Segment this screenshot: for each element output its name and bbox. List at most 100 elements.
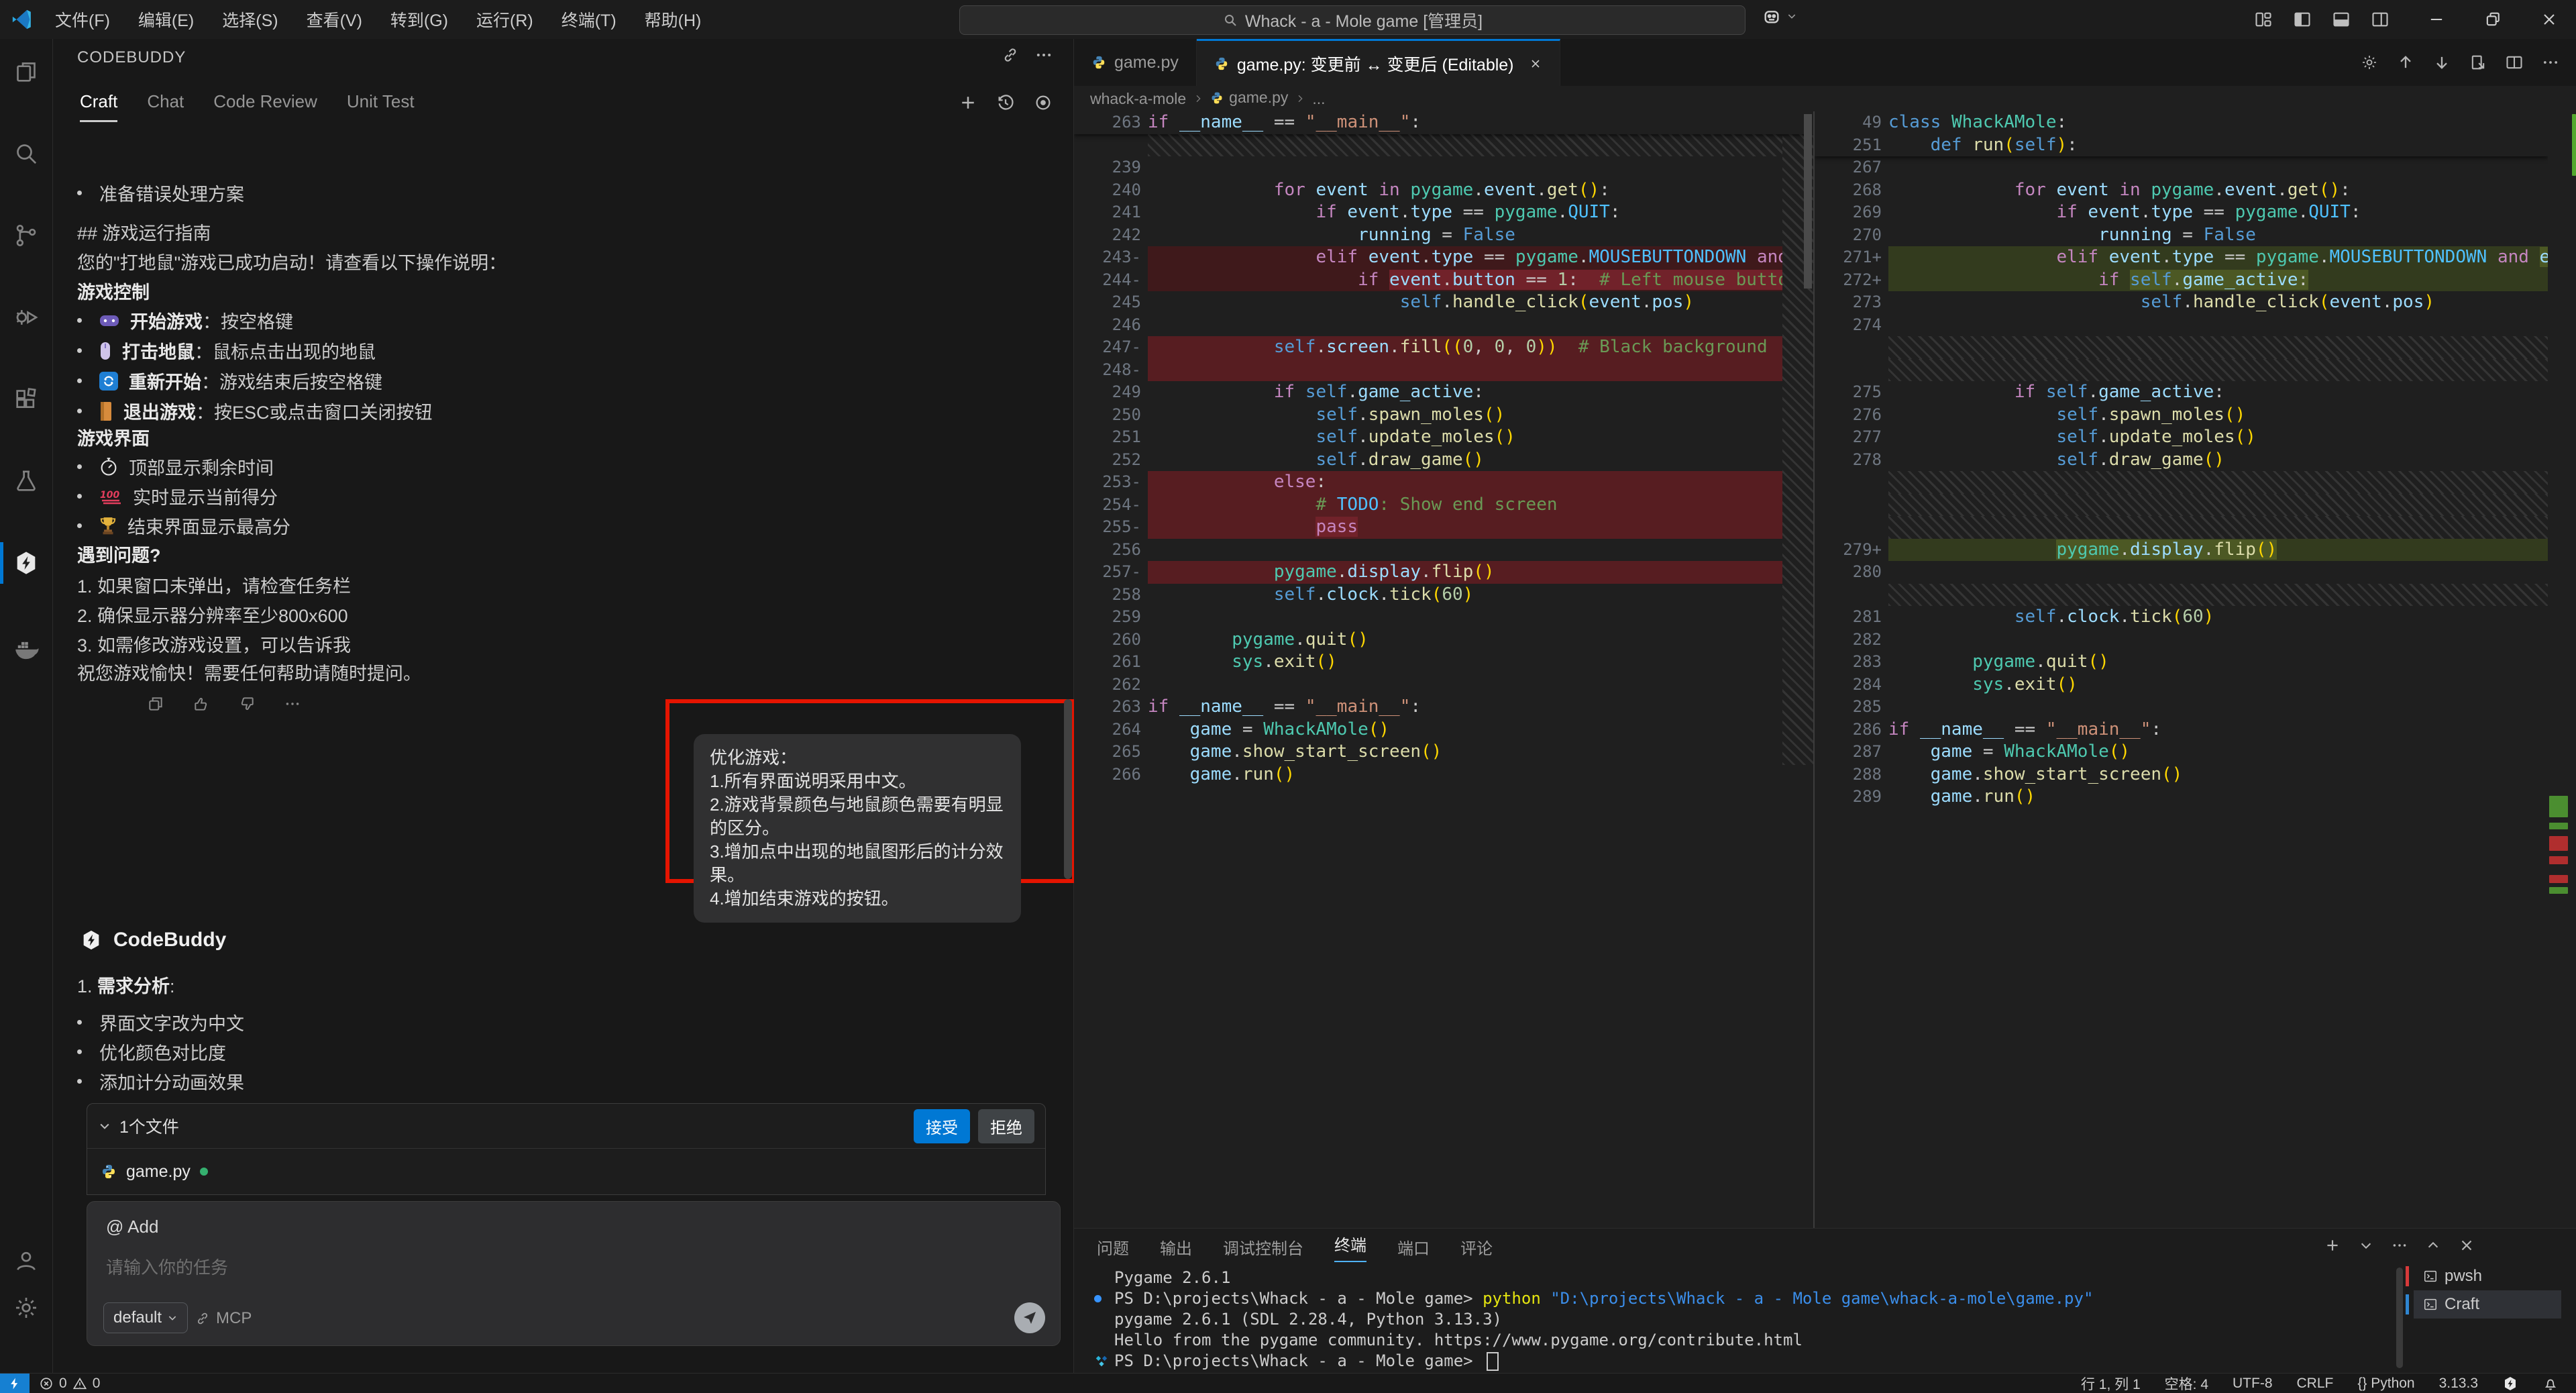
restore-icon[interactable] bbox=[2483, 10, 2502, 29]
panel-tab-输出[interactable]: 输出 bbox=[1160, 1235, 1192, 1259]
changed-file-row[interactable]: game.py bbox=[87, 1148, 1045, 1194]
tab-craft[interactable]: Craft bbox=[80, 91, 117, 122]
thumbs-up-icon[interactable] bbox=[193, 695, 210, 713]
status-item[interactable]: 空格: 4 bbox=[2165, 1374, 2208, 1393]
minimap-removed-mark bbox=[2549, 836, 2568, 851]
previous-change-icon[interactable] bbox=[2396, 53, 2415, 72]
breadcrumb-item[interactable]: whack-a-mole bbox=[1090, 90, 1186, 108]
code-line-279: 279+ pygame.display.flip() bbox=[1815, 539, 2548, 562]
history-icon[interactable] bbox=[996, 93, 1016, 113]
maximize-panel-icon[interactable] bbox=[2426, 1237, 2440, 1254]
thumbs-down-icon[interactable] bbox=[238, 695, 256, 713]
sidebar-scrollbar[interactable] bbox=[1064, 699, 1072, 879]
menu-t[interactable]: 终端(T) bbox=[552, 5, 626, 34]
activity-item-explorer[interactable] bbox=[0, 51, 52, 93]
command-center-search[interactable]: Whack - a - Mole game [管理员] bbox=[959, 5, 1746, 35]
editor-scrollbar[interactable] bbox=[1804, 114, 1812, 289]
status-item[interactable]: 3.13.3 bbox=[2439, 1376, 2478, 1392]
terminal-scrollbar[interactable] bbox=[2396, 1268, 2403, 1368]
reject-button[interactable]: 拒绝 bbox=[978, 1109, 1034, 1143]
toggle-secondary-sidebar-icon[interactable] bbox=[2371, 10, 2390, 29]
task-input-box[interactable]: @ Add 请输入你的任务 default MCP bbox=[87, 1201, 1061, 1346]
activity-item-testing[interactable] bbox=[0, 460, 52, 502]
model-select[interactable]: default bbox=[103, 1302, 188, 1333]
panel-tab-问题[interactable]: 问题 bbox=[1097, 1235, 1129, 1259]
minimize-icon[interactable] bbox=[2427, 10, 2446, 29]
breadcrumb-item[interactable]: ... bbox=[1312, 90, 1325, 108]
panel-tab-终端[interactable]: 终端 bbox=[1334, 1232, 1366, 1262]
menu-r[interactable]: 运行(R) bbox=[467, 5, 543, 34]
menu-g[interactable]: 转到(G) bbox=[381, 5, 458, 34]
code-line-240: 240 for event in pygame.event.get(): bbox=[1074, 179, 1813, 202]
activity-item-accounts[interactable] bbox=[0, 1240, 52, 1282]
activity-item-run-debug[interactable] bbox=[0, 297, 52, 338]
more-actions-icon[interactable] bbox=[1034, 46, 1053, 64]
activity-item-search[interactable] bbox=[0, 133, 52, 174]
close-panel-icon[interactable] bbox=[2458, 1237, 2475, 1254]
editor-tab-0[interactable]: game.py bbox=[1074, 39, 1197, 86]
activity-item-docker[interactable] bbox=[0, 628, 52, 670]
settings-target-icon[interactable] bbox=[1033, 93, 1053, 113]
activity-item-extensions[interactable] bbox=[0, 378, 52, 420]
menu-h[interactable]: 帮助(H) bbox=[635, 5, 711, 34]
new-chat-icon[interactable] bbox=[958, 93, 978, 113]
tab-unit-test[interactable]: Unit Test bbox=[347, 91, 415, 122]
terminal-dropdown-icon[interactable] bbox=[2359, 1237, 2373, 1254]
terminal-session-pwsh[interactable]: pwsh bbox=[2414, 1262, 2561, 1290]
diff-settings-gear-icon[interactable] bbox=[2360, 53, 2379, 72]
tab-code-review[interactable]: Code Review bbox=[213, 91, 317, 122]
panel-more-icon[interactable] bbox=[2391, 1237, 2408, 1254]
breadcrumb[interactable]: whack-a-mole game.py... bbox=[1074, 86, 2576, 111]
panel-tab-端口[interactable]: 端口 bbox=[1397, 1235, 1430, 1259]
menu-f[interactable]: 文件(F) bbox=[46, 5, 119, 34]
diff-editor[interactable]: 239240 for event in pygame.event.get():2… bbox=[1074, 111, 2576, 1228]
terminal-session-Craft[interactable]: Craft bbox=[2414, 1290, 2561, 1319]
menu-e[interactable]: 编辑(E) bbox=[129, 5, 203, 34]
status-item[interactable]: {} Python bbox=[2357, 1376, 2414, 1392]
minimap[interactable] bbox=[2548, 111, 2576, 1228]
toggle-panel-icon[interactable] bbox=[2332, 10, 2351, 29]
accept-button[interactable]: 接受 bbox=[914, 1109, 970, 1143]
editor-tab-bar: game.pygame.py: 变更前 ↔ 变更后 (Editable) bbox=[1074, 39, 2576, 86]
menu-s[interactable]: 选择(S) bbox=[213, 5, 287, 34]
codebuddy-status-icon[interactable] bbox=[2502, 1376, 2518, 1392]
panel-tab-评论[interactable]: 评论 bbox=[1460, 1235, 1493, 1259]
tab-chat[interactable]: Chat bbox=[147, 91, 184, 122]
problems-status[interactable]: 0 0 bbox=[39, 1376, 100, 1392]
close-window-icon[interactable] bbox=[2540, 10, 2559, 29]
new-terminal-icon[interactable] bbox=[2324, 1237, 2341, 1254]
terminal-output[interactable]: Pygame 2.6.1PS D:\projects\Whack - a - M… bbox=[1094, 1268, 2093, 1372]
activity-item-settings[interactable] bbox=[0, 1287, 52, 1329]
notifications-bell-icon[interactable] bbox=[2542, 1376, 2559, 1392]
status-item[interactable]: CRLF bbox=[2297, 1376, 2334, 1392]
mcp-button[interactable]: MCP bbox=[195, 1309, 252, 1328]
chat-toggle-button[interactable] bbox=[1761, 5, 1797, 27]
more-icon[interactable] bbox=[284, 695, 301, 713]
feedback-link-icon[interactable] bbox=[1001, 46, 1020, 64]
copy-icon[interactable] bbox=[147, 695, 164, 713]
customize-layout-icon[interactable] bbox=[2254, 10, 2273, 29]
editor-tab-1[interactable]: game.py: 变更前 ↔ 变更后 (Editable) bbox=[1197, 39, 1560, 86]
activity-item-codebuddy[interactable] bbox=[0, 542, 52, 584]
editor-more-icon[interactable] bbox=[2541, 53, 2560, 72]
activity-item-source-control[interactable] bbox=[0, 215, 52, 256]
ui-item: 100实时显示当前得分 bbox=[77, 483, 278, 509]
panel-tab-调试控制台[interactable]: 调试控制台 bbox=[1223, 1235, 1303, 1259]
split-editor-icon[interactable] bbox=[2505, 53, 2524, 72]
user-message-line: 优化游戏： bbox=[710, 746, 1005, 770]
send-button[interactable] bbox=[1014, 1302, 1045, 1333]
toggle-primary-sidebar-icon[interactable] bbox=[2293, 10, 2312, 29]
code-line-246: 246 bbox=[1074, 314, 1813, 337]
next-change-icon[interactable] bbox=[2432, 53, 2451, 72]
status-item[interactable]: UTF-8 bbox=[2233, 1376, 2273, 1392]
menu-v[interactable]: 查看(V) bbox=[297, 5, 372, 34]
diff-original-pane[interactable]: 239240 for event in pygame.event.get():2… bbox=[1074, 111, 1813, 1228]
open-file-icon[interactable] bbox=[2469, 53, 2487, 72]
collapse-chevron-icon[interactable] bbox=[98, 1119, 111, 1133]
status-item[interactable]: 行 1, 列 1 bbox=[2081, 1374, 2141, 1393]
close-tab-icon[interactable] bbox=[1529, 57, 1542, 70]
diff-modified-pane[interactable]: 267268 for event in pygame.event.get():2… bbox=[1815, 111, 2548, 1228]
remote-indicator[interactable] bbox=[0, 1374, 30, 1393]
breadcrumb-item[interactable]: game.py bbox=[1210, 89, 1288, 109]
add-context-button[interactable]: @ Add bbox=[106, 1217, 158, 1237]
